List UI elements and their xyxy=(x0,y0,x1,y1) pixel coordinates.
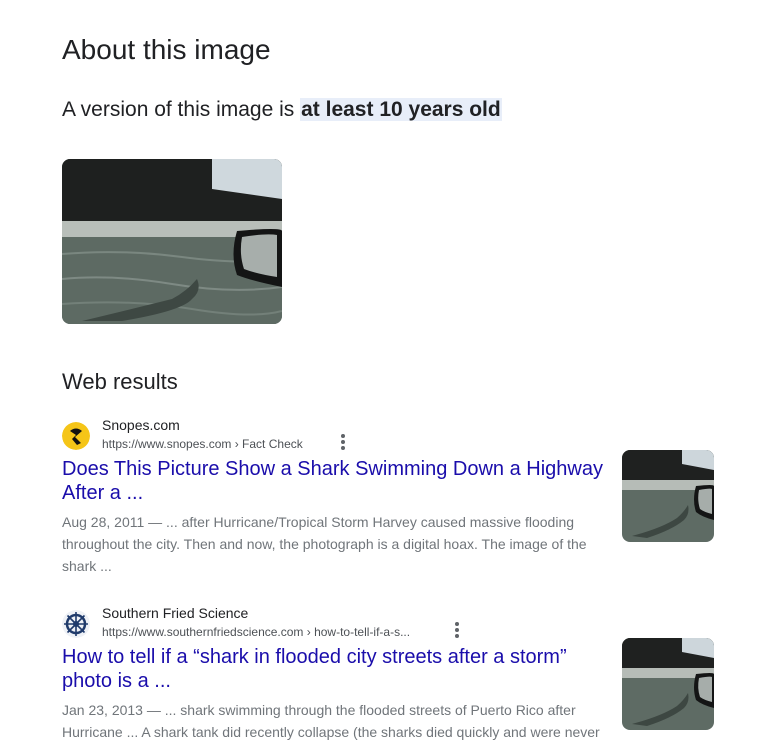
snopes-logo-icon[interactable] xyxy=(62,422,90,450)
source-name[interactable]: Southern Fried Science xyxy=(102,605,248,621)
ship-wheel-icon[interactable] xyxy=(62,610,90,638)
result-thumbnail[interactable] xyxy=(622,450,714,542)
shark-highway-photo xyxy=(62,159,282,324)
shark-thumbnail-image xyxy=(622,450,714,542)
web-results-heading: Web results xyxy=(62,369,178,394)
web-result-item: Snopes.com https://www.snopes.com › Fact… xyxy=(62,417,717,577)
source-url[interactable]: https://www.southernfriedscience.com › h… xyxy=(102,625,410,639)
more-options-icon[interactable] xyxy=(450,619,464,641)
result-snippet-text: — ... shark swimming through the flooded… xyxy=(62,702,600,740)
result-date: Jan 23, 2013 xyxy=(62,702,143,718)
result-snippet: Jan 23, 2013 — ... shark swimming throug… xyxy=(62,699,607,743)
result-snippet: Aug 28, 2011 — ... after Hurricane/Tropi… xyxy=(62,511,607,577)
image-age-text: A version of this image is at least 10 y… xyxy=(62,98,502,122)
result-date: Aug 28, 2011 xyxy=(62,514,145,530)
source-name[interactable]: Snopes.com xyxy=(102,417,180,433)
shark-thumbnail-image xyxy=(622,638,714,730)
source-url[interactable]: https://www.snopes.com › Fact Check xyxy=(102,437,303,451)
result-title-link[interactable]: How to tell if a “shark in flooded city … xyxy=(62,645,607,693)
page-title: About this image xyxy=(62,34,271,65)
age-prefix: A version of this image is xyxy=(62,98,301,121)
result-title-link[interactable]: Does This Picture Show a Shark Swimming … xyxy=(62,457,607,505)
age-highlight: at least 10 years old xyxy=(300,98,502,121)
result-thumbnail[interactable] xyxy=(622,638,714,730)
main-image[interactable] xyxy=(62,159,282,324)
web-result-item: Southern Fried Science https://www.south… xyxy=(62,605,717,740)
more-options-icon[interactable] xyxy=(336,431,350,453)
